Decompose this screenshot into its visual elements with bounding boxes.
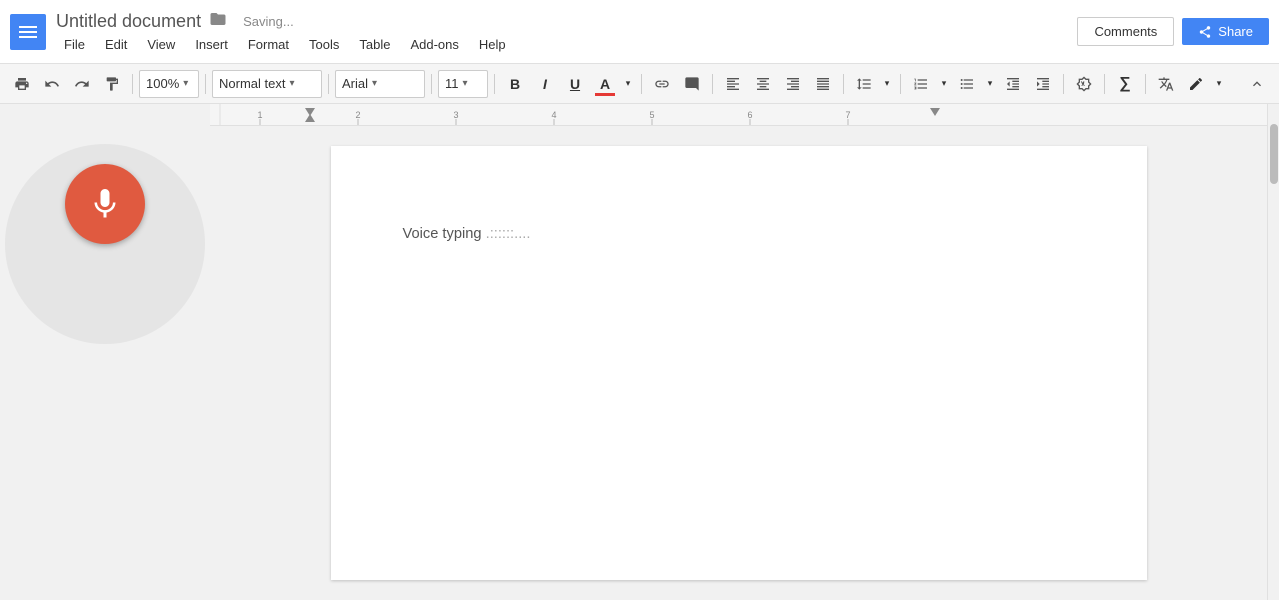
ruler-bar: 1 2 3 4 5 6 7 bbox=[210, 104, 1267, 126]
separator-2 bbox=[205, 74, 206, 94]
header-actions: Comments Share bbox=[1077, 17, 1269, 46]
justify-button[interactable] bbox=[809, 70, 837, 98]
separator-8 bbox=[843, 74, 844, 94]
comment-button[interactable] bbox=[678, 70, 706, 98]
pencil-button[interactable] bbox=[1182, 70, 1210, 98]
menu-edit[interactable]: Edit bbox=[97, 35, 135, 54]
menu-file[interactable]: File bbox=[56, 35, 93, 54]
svg-text:5: 5 bbox=[649, 110, 654, 120]
content-wrapper: 1 2 3 4 5 6 7 Voice typing .::: bbox=[0, 104, 1279, 600]
app-menu-button[interactable] bbox=[10, 14, 46, 50]
separator-4 bbox=[431, 74, 432, 94]
decrease-indent-button[interactable] bbox=[999, 70, 1027, 98]
clear-formatting-button[interactable] bbox=[1070, 70, 1098, 98]
voice-panel bbox=[0, 104, 210, 600]
doc-content[interactable]: Voice typing .::::::.... bbox=[403, 226, 1075, 242]
separator-12 bbox=[1145, 74, 1146, 94]
svg-text:7: 7 bbox=[845, 110, 850, 120]
separator-1 bbox=[132, 74, 133, 94]
doc-scroll-area[interactable]: Voice typing .::::::.... bbox=[210, 126, 1267, 600]
doc-title-row: Untitled document Saving... bbox=[56, 10, 1077, 33]
folder-icon[interactable] bbox=[209, 10, 227, 33]
redo-button[interactable] bbox=[68, 70, 96, 98]
line-spacing-button[interactable] bbox=[850, 70, 878, 98]
saving-status: Saving... bbox=[243, 14, 294, 29]
font-select[interactable]: Arial ▾ bbox=[335, 70, 425, 98]
doc-cursor: .::::::.... bbox=[482, 226, 531, 242]
svg-text:3: 3 bbox=[453, 110, 458, 120]
top-bar: Untitled document Saving... File Edit Vi… bbox=[0, 0, 1279, 64]
separator-3 bbox=[328, 74, 329, 94]
align-right-button[interactable] bbox=[779, 70, 807, 98]
separator-7 bbox=[712, 74, 713, 94]
svg-text:1: 1 bbox=[257, 110, 262, 120]
separator-9 bbox=[900, 74, 901, 94]
menu-bar: File Edit View Insert Format Tools Table… bbox=[56, 35, 1077, 54]
print-button[interactable] bbox=[8, 70, 36, 98]
numbered-list-arrow[interactable]: ▾ bbox=[937, 70, 951, 98]
share-button[interactable]: Share bbox=[1182, 18, 1269, 45]
comments-button[interactable]: Comments bbox=[1077, 17, 1174, 46]
italic-button[interactable]: I bbox=[531, 70, 559, 98]
doc-page: Voice typing .::::::.... bbox=[331, 146, 1147, 580]
zoom-select[interactable]: 100% ▾ bbox=[139, 70, 199, 98]
text-color-arrow[interactable]: ▾ bbox=[621, 70, 635, 98]
bulleted-list-arrow[interactable]: ▾ bbox=[983, 70, 997, 98]
align-left-button[interactable] bbox=[719, 70, 747, 98]
more-options-button[interactable] bbox=[1152, 70, 1180, 98]
svg-text:2: 2 bbox=[355, 110, 360, 120]
separator-10 bbox=[1063, 74, 1064, 94]
doc-title-area: Untitled document Saving... File Edit Vi… bbox=[56, 10, 1077, 54]
doc-title[interactable]: Untitled document bbox=[56, 11, 201, 32]
separator-6 bbox=[641, 74, 642, 94]
undo-button[interactable] bbox=[38, 70, 66, 98]
voice-typing-button[interactable] bbox=[65, 164, 145, 244]
svg-text:4: 4 bbox=[551, 110, 556, 120]
right-scrollbar[interactable] bbox=[1267, 104, 1279, 600]
style-select[interactable]: Normal text ▾ bbox=[212, 70, 322, 98]
special-char-button[interactable]: ∑ bbox=[1111, 70, 1139, 98]
line-spacing-arrow[interactable]: ▾ bbox=[880, 70, 894, 98]
increase-indent-button[interactable] bbox=[1029, 70, 1057, 98]
menu-tools[interactable]: Tools bbox=[301, 35, 347, 54]
doc-text: Voice typing bbox=[403, 226, 482, 242]
menu-table[interactable]: Table bbox=[351, 35, 398, 54]
svg-text:6: 6 bbox=[747, 110, 752, 120]
pencil-arrow[interactable]: ▾ bbox=[1212, 70, 1226, 98]
toolbar: 100% ▾ Normal text ▾ Arial ▾ 11 ▾ B I U … bbox=[0, 64, 1279, 104]
bold-button[interactable]: B bbox=[501, 70, 529, 98]
separator-11 bbox=[1104, 74, 1105, 94]
font-size-select[interactable]: 11 ▾ bbox=[438, 70, 488, 98]
menu-format[interactable]: Format bbox=[240, 35, 297, 54]
separator-5 bbox=[494, 74, 495, 94]
collapse-toolbar-button[interactable] bbox=[1243, 70, 1271, 98]
scrollbar-thumb[interactable] bbox=[1270, 124, 1278, 184]
align-center-button[interactable] bbox=[749, 70, 777, 98]
menu-insert[interactable]: Insert bbox=[187, 35, 236, 54]
menu-addons[interactable]: Add-ons bbox=[402, 35, 466, 54]
menu-view[interactable]: View bbox=[139, 35, 183, 54]
underline-button[interactable]: U bbox=[561, 70, 589, 98]
doc-area: 1 2 3 4 5 6 7 Voice typing .::: bbox=[210, 104, 1267, 600]
text-color-button[interactable]: A bbox=[591, 70, 619, 98]
menu-help[interactable]: Help bbox=[471, 35, 514, 54]
link-button[interactable] bbox=[648, 70, 676, 98]
bulleted-list-button[interactable] bbox=[953, 70, 981, 98]
numbered-list-button[interactable] bbox=[907, 70, 935, 98]
paint-format-button[interactable] bbox=[98, 70, 126, 98]
